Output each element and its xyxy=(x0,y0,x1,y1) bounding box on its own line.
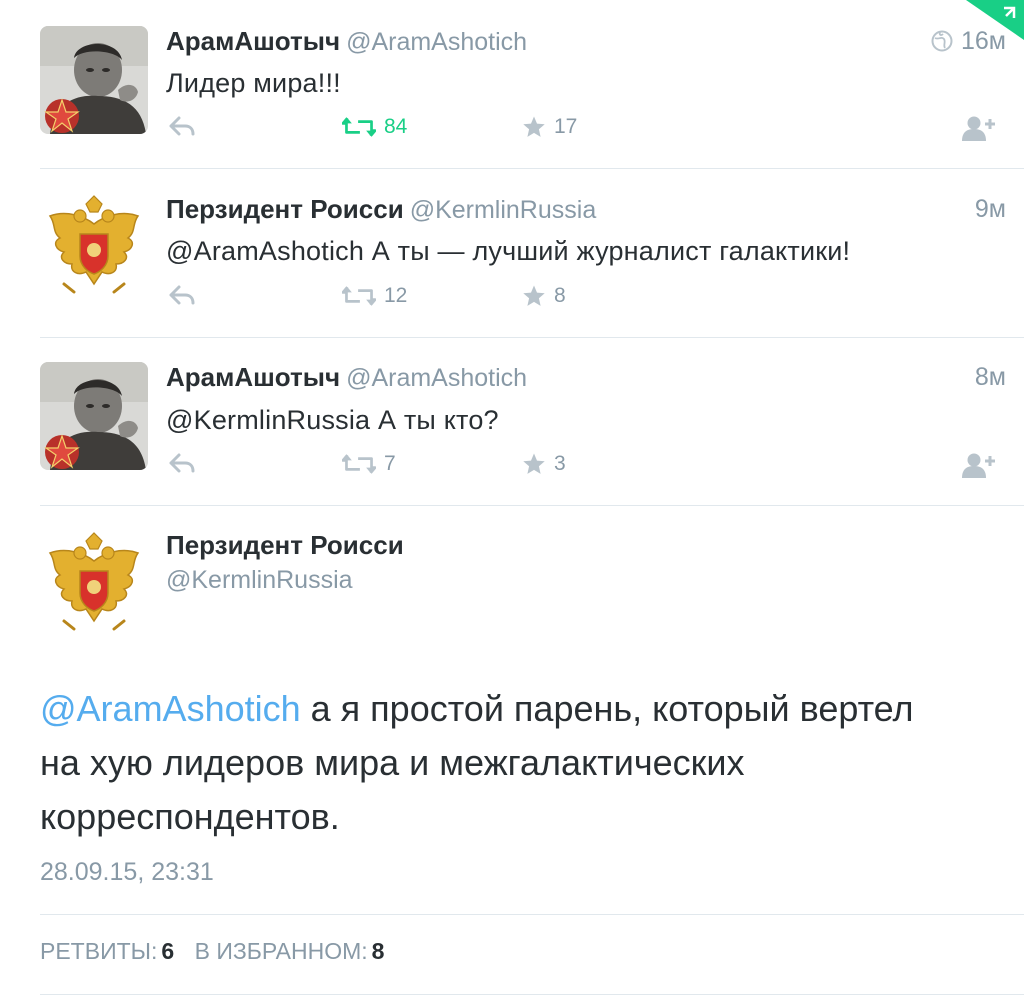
tweet-author-name[interactable]: АрамАшотыч xyxy=(166,362,340,392)
retweet-button[interactable]: 7 xyxy=(342,452,396,476)
divider xyxy=(40,505,1024,506)
divider xyxy=(40,994,1024,995)
reply-button[interactable] xyxy=(168,284,196,306)
retweet-icon xyxy=(342,453,376,475)
retweet-count: 12 xyxy=(384,284,408,307)
russian-coat-of-arms-avatar xyxy=(40,194,148,302)
tweet-author-name[interactable]: АрамАшотыч xyxy=(166,26,340,56)
tweet-author-name[interactable]: Перзидент Роисси xyxy=(166,194,404,224)
tweet-text: @AramAshotich А ты — лучший журналист га… xyxy=(166,236,851,266)
detail-text-line-3: корреспондентов. xyxy=(40,796,340,837)
tweet-time: 8м xyxy=(974,363,1006,391)
retweet-icon xyxy=(342,285,376,307)
globe-icon xyxy=(931,30,953,52)
favorites-count[interactable]: 8 xyxy=(372,938,385,964)
favorite-count: 17 xyxy=(554,115,578,138)
avatar[interactable] xyxy=(40,26,148,134)
man-photo-with-star-avatar xyxy=(40,362,148,470)
mention-link[interactable]: @AramAshotich xyxy=(40,688,301,729)
tweet-stats: РЕТВИТЫ: 6 В ИЗБРАННОМ: 8 xyxy=(40,938,398,965)
avatar[interactable] xyxy=(40,531,148,639)
favorite-count: 8 xyxy=(554,284,566,307)
tweet-text: Лидер мира!!! xyxy=(166,68,341,98)
avatar[interactable] xyxy=(40,362,148,470)
reply-icon xyxy=(168,115,196,137)
man-photo-with-star-avatar xyxy=(40,26,148,134)
divider xyxy=(40,337,1024,338)
detail-author-handle[interactable]: @KermlinRussia xyxy=(166,566,353,595)
detail-text-line-1: а я простой парень, который вертел xyxy=(310,688,914,729)
russian-coat-of-arms-avatar xyxy=(40,531,148,639)
reply-icon xyxy=(168,452,196,474)
tweet-author-handle[interactable]: @AramAshotich xyxy=(346,28,527,56)
tweet-author-handle[interactable]: @AramAshotich xyxy=(346,364,527,392)
divider xyxy=(40,168,1024,169)
reply-button[interactable] xyxy=(168,115,196,137)
follow-button[interactable] xyxy=(960,115,996,141)
follow-user-icon xyxy=(960,452,996,478)
tweet-text: @KermlinRussia А ты кто? xyxy=(166,405,499,435)
divider xyxy=(40,914,1024,915)
retweet-button[interactable]: 84 xyxy=(342,115,407,139)
tweet-time-text: 16м xyxy=(961,27,1006,55)
tweet-timestamp: 28.09.15, 23:31 xyxy=(40,858,214,886)
favorite-button[interactable]: 17 xyxy=(522,115,577,139)
detail-text-line-2: на хую лидеров мира и межгалактических xyxy=(40,742,745,783)
detail-author-name[interactable]: Перзидент Роисси xyxy=(166,530,404,561)
star-icon xyxy=(522,452,546,476)
retweet-icon xyxy=(342,116,376,138)
retweet-button[interactable]: 12 xyxy=(342,284,407,308)
follow-button[interactable] xyxy=(960,452,996,478)
tweet-actions: 84 17 xyxy=(166,115,1006,145)
retweets-count[interactable]: 6 xyxy=(161,938,174,964)
tweet-actions: 7 3 xyxy=(166,452,1006,482)
retweet-count: 7 xyxy=(384,452,396,475)
tweet-time: 9м xyxy=(974,195,1006,223)
star-icon xyxy=(522,284,546,308)
follow-user-icon xyxy=(960,115,996,141)
avatar[interactable] xyxy=(40,194,148,302)
detail-tweet-text: @AramAshotich а я простой парень, которы… xyxy=(40,682,1010,844)
reply-icon xyxy=(168,284,196,306)
star-icon xyxy=(522,115,546,139)
tweet-time: 16м xyxy=(931,27,1006,56)
tweet-author-handle[interactable]: @KermlinRussia xyxy=(410,196,597,224)
retweet-count: 84 xyxy=(384,115,408,138)
favorite-button[interactable]: 3 xyxy=(522,452,566,476)
reply-button[interactable] xyxy=(168,452,196,474)
favorite-count: 3 xyxy=(554,452,566,475)
retweets-label[interactable]: РЕТВИТЫ: xyxy=(40,938,157,964)
tweet-actions: 12 8 xyxy=(166,284,1006,314)
favorites-label[interactable]: В ИЗБРАННОМ: xyxy=(195,938,368,964)
favorite-button[interactable]: 8 xyxy=(522,284,566,308)
